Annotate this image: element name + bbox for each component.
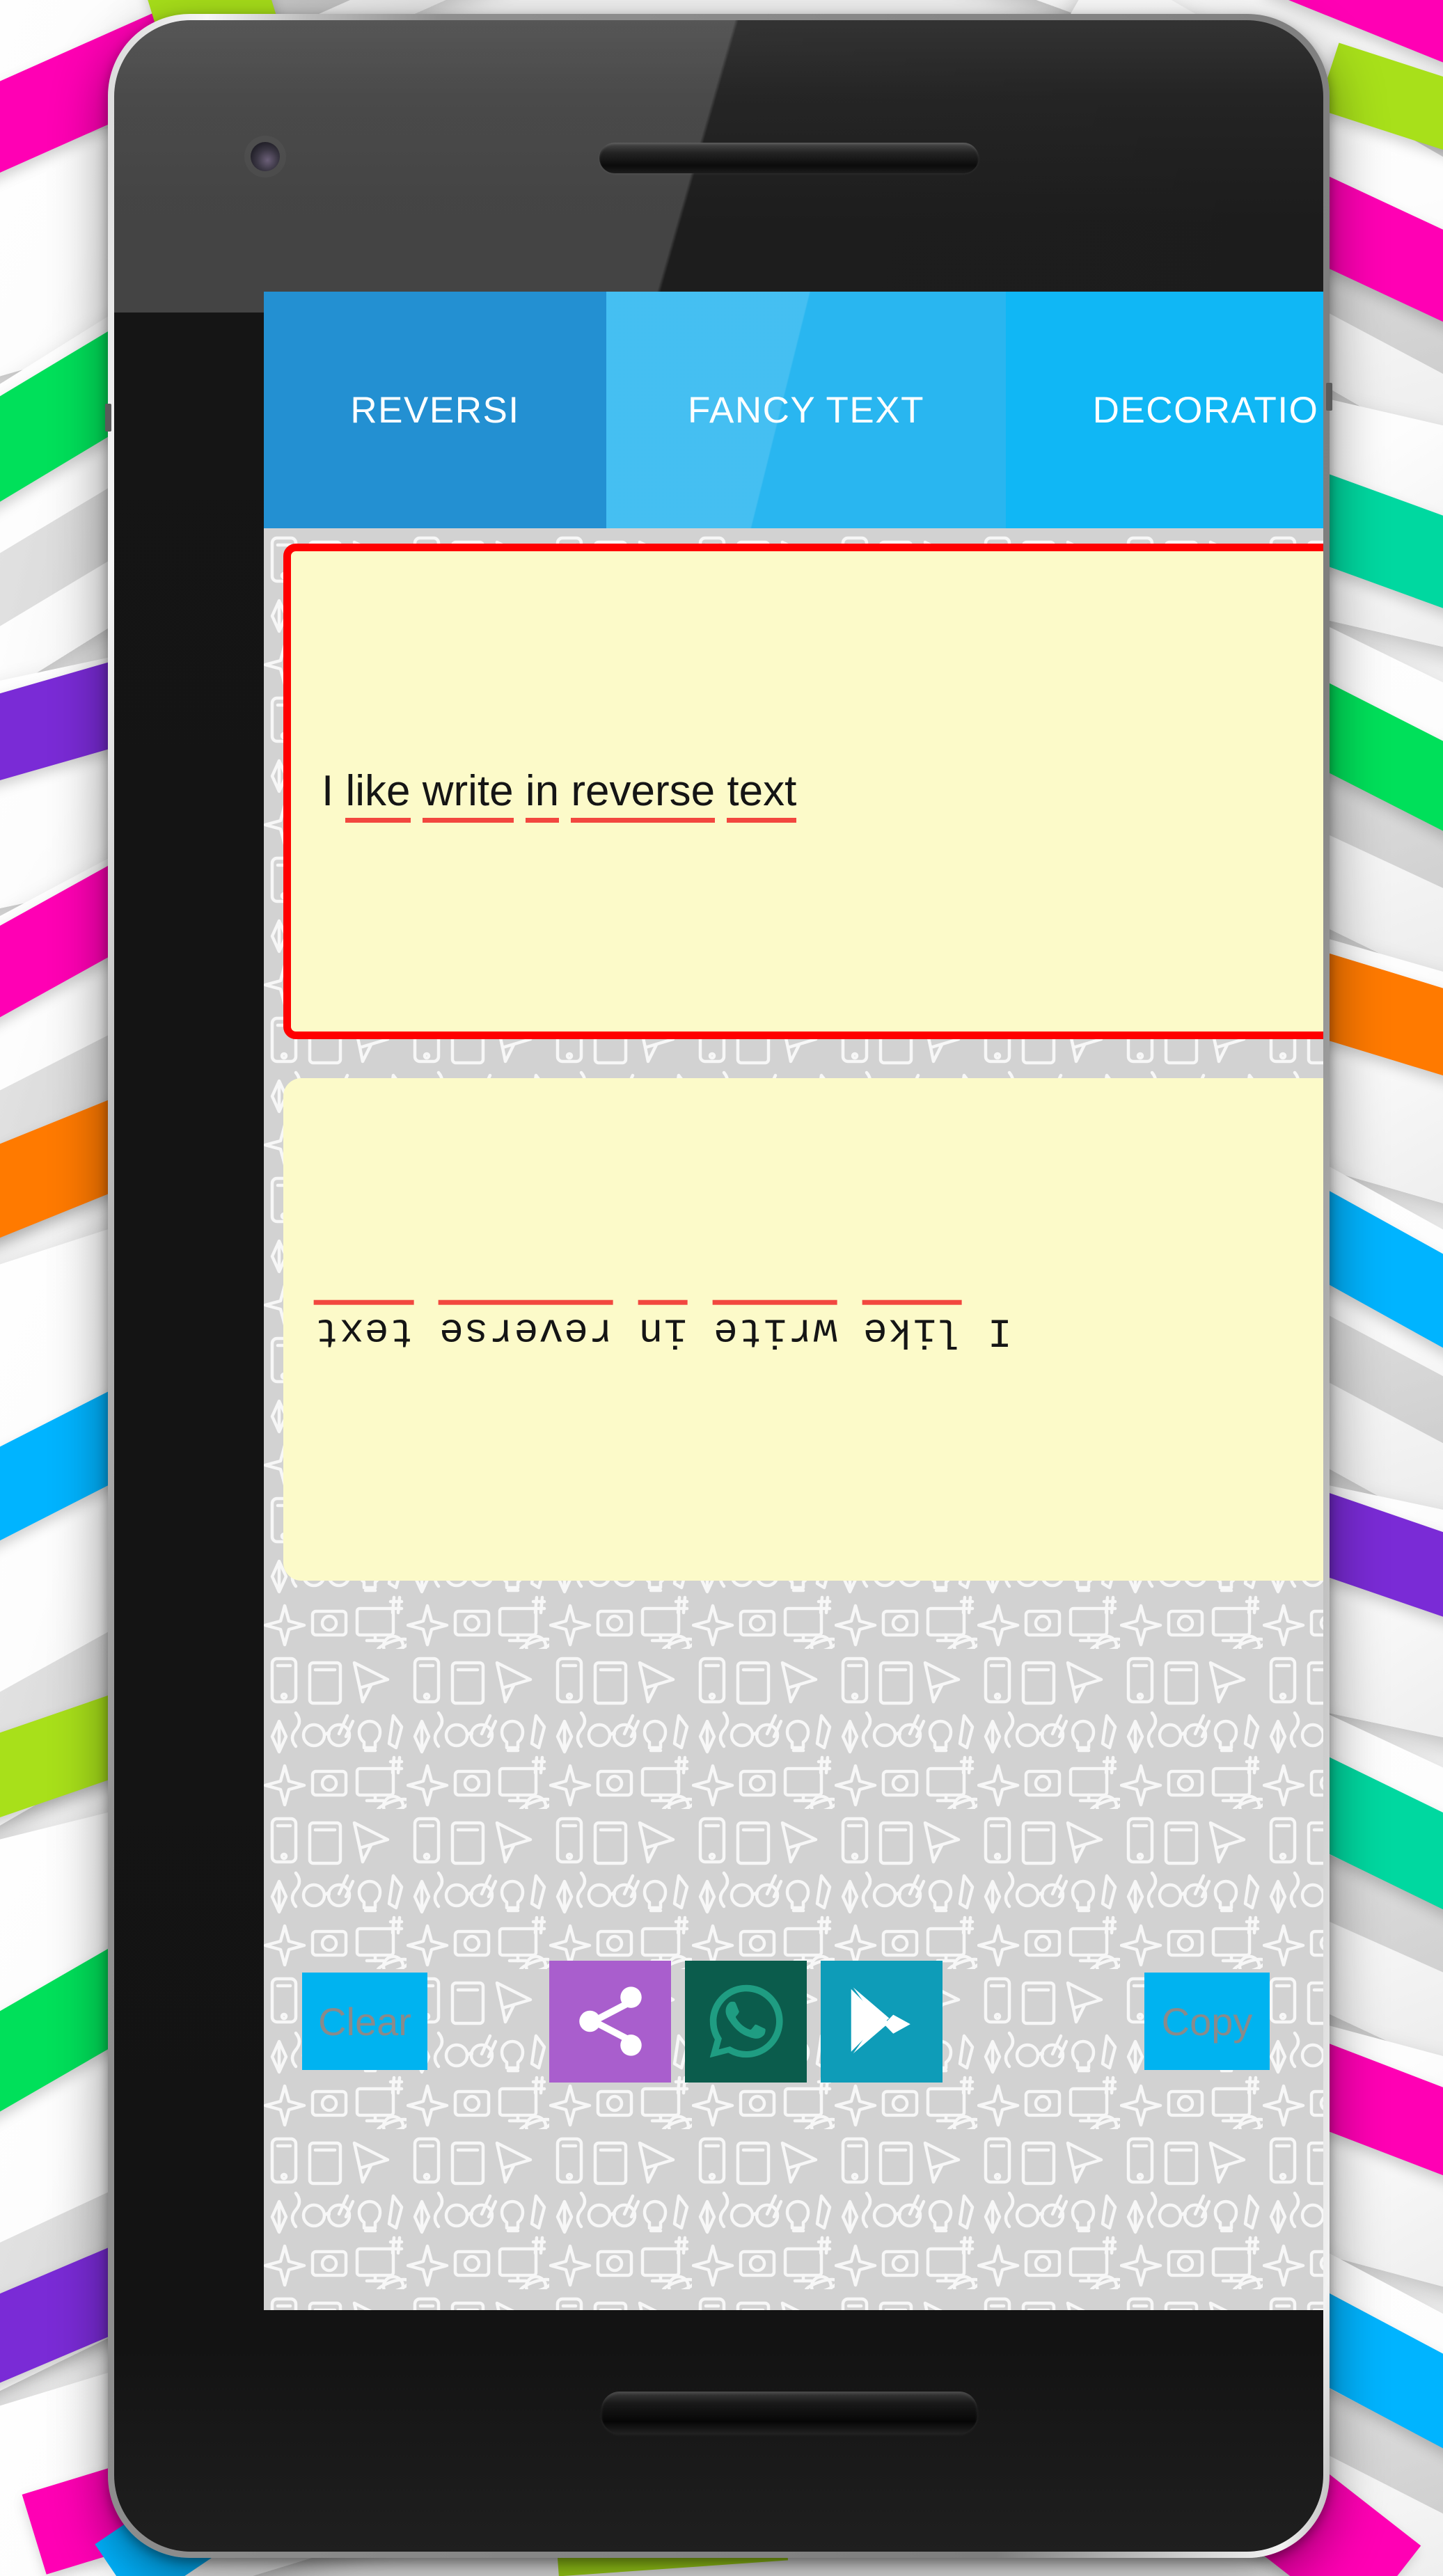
input-textarea[interactable]: I like write in reverse text bbox=[283, 544, 1323, 1039]
input-word-misspelled: reverse bbox=[571, 767, 716, 823]
phone-body: REVERSI FANCY TEXT DECORATIO I like writ… bbox=[114, 20, 1323, 2552]
tab-decoration[interactable]: DECORATIO bbox=[1006, 292, 1323, 528]
input-word: I bbox=[322, 767, 334, 816]
phone-screen: REVERSI FANCY TEXT DECORATIO I like writ… bbox=[264, 292, 1323, 2310]
output-text-mirrored: I like write in reverse text bbox=[314, 1299, 1012, 1353]
output-word-misspelled: like bbox=[862, 1299, 963, 1353]
input-text: I like write in reverse text bbox=[322, 766, 797, 823]
output-word-misspelled: reverse bbox=[439, 1299, 613, 1353]
action-button-row: Clear Copy bbox=[264, 1959, 1323, 2084]
google-play-button[interactable] bbox=[821, 1960, 943, 2083]
output-word-misspelled: in bbox=[638, 1299, 688, 1353]
volume-button[interactable] bbox=[1326, 383, 1332, 411]
input-word-misspelled: in bbox=[525, 767, 560, 823]
clear-button[interactable]: Clear bbox=[302, 1973, 427, 2070]
tab-bar: REVERSI FANCY TEXT DECORATIO bbox=[264, 292, 1323, 528]
phone-device: REVERSI FANCY TEXT DECORATIO I like writ… bbox=[105, 14, 1332, 2558]
tab-fancy-text[interactable]: FANCY TEXT bbox=[606, 292, 1006, 528]
whatsapp-icon bbox=[709, 1984, 783, 2058]
output-word-misspelled: text bbox=[314, 1299, 414, 1353]
share-icon bbox=[578, 1986, 642, 2056]
share-button[interactable] bbox=[549, 1960, 671, 2083]
output-textarea[interactable]: I like write in reverse text bbox=[283, 1078, 1323, 1581]
front-camera-icon bbox=[251, 142, 280, 171]
copy-button[interactable]: Copy bbox=[1144, 1973, 1270, 2070]
bottom-speaker-icon bbox=[601, 2392, 977, 2433]
google-play-icon bbox=[851, 1987, 910, 2054]
output-word: I bbox=[986, 1307, 1012, 1353]
input-word-misspelled: like bbox=[345, 767, 411, 823]
output-word-misspelled: write bbox=[712, 1299, 837, 1353]
power-button[interactable] bbox=[105, 404, 111, 432]
input-word-misspelled: write bbox=[422, 767, 514, 823]
whatsapp-share-button[interactable] bbox=[685, 1960, 807, 2083]
input-word-misspelled: text bbox=[727, 767, 797, 823]
tab-reversi[interactable]: REVERSI bbox=[264, 292, 606, 528]
app-content-area: I like write in reverse text I like writ… bbox=[264, 528, 1323, 2310]
earpiece-speaker-icon bbox=[599, 143, 979, 173]
